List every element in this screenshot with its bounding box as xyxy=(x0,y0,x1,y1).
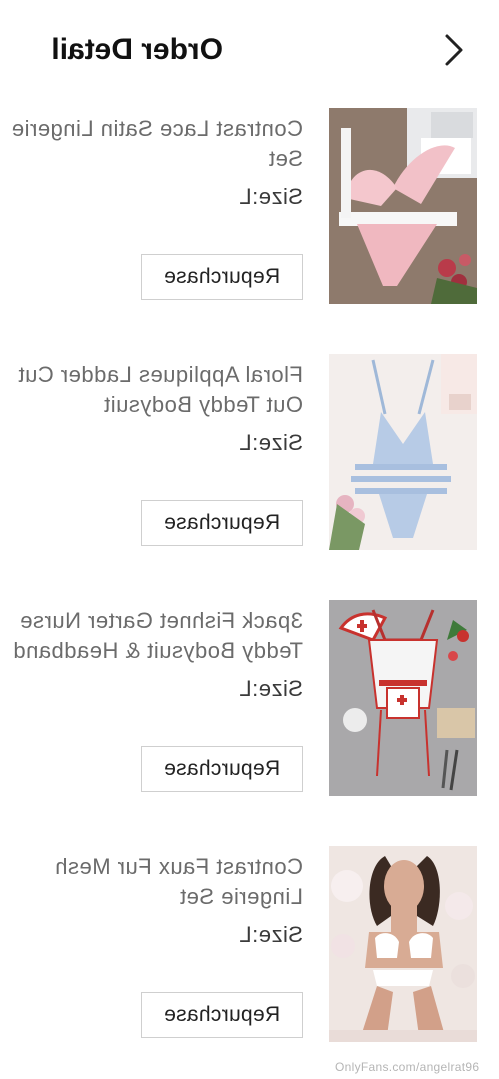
product-name[interactable]: 3pack Fishnet Garter Nurse Teddy Bodysui… xyxy=(0,606,303,666)
product-image[interactable] xyxy=(329,108,477,304)
repurchase-button[interactable]: Repurchase xyxy=(141,992,303,1038)
product-image[interactable] xyxy=(329,600,477,796)
chevron-left-icon xyxy=(445,34,463,66)
header: Order Detail xyxy=(0,0,499,100)
repurchase-button[interactable]: Repurchase xyxy=(141,746,303,792)
repurchase-button[interactable]: Repurchase xyxy=(141,254,303,300)
order-item: Contrast Lace Satin Lingerie Set Size:L … xyxy=(0,108,499,308)
product-name[interactable]: Contrast Faux Fur Mesh Lingerie Set xyxy=(0,852,303,912)
product-size: Size:L xyxy=(238,676,303,701)
product-size: Size:L xyxy=(238,184,303,209)
product-size: Size:L xyxy=(238,430,303,455)
watermark: OnlyFans.com/angelrat96 xyxy=(335,1060,480,1074)
product-name[interactable]: Floral Appliques Ladder Cut Out Teddy Bo… xyxy=(0,360,303,420)
order-item: 3pack Fishnet Garter Nurse Teddy Bodysui… xyxy=(0,600,499,800)
repurchase-button[interactable]: Repurchase xyxy=(141,500,303,546)
order-item: Floral Appliques Ladder Cut Out Teddy Bo… xyxy=(0,354,499,554)
product-image[interactable] xyxy=(329,354,477,550)
back-button[interactable] xyxy=(435,30,475,70)
order-item: Contrast Faux Fur Mesh Lingerie Set Size… xyxy=(0,846,499,1046)
product-image[interactable] xyxy=(329,846,477,1042)
product-size: Size:L xyxy=(238,922,303,947)
mirrored-screen: Order Detail Contrast Lace Satin Lingeri… xyxy=(0,0,499,1079)
product-name[interactable]: Contrast Lace Satin Lingerie Set xyxy=(0,114,303,174)
page-title: Order Detail xyxy=(51,33,223,66)
